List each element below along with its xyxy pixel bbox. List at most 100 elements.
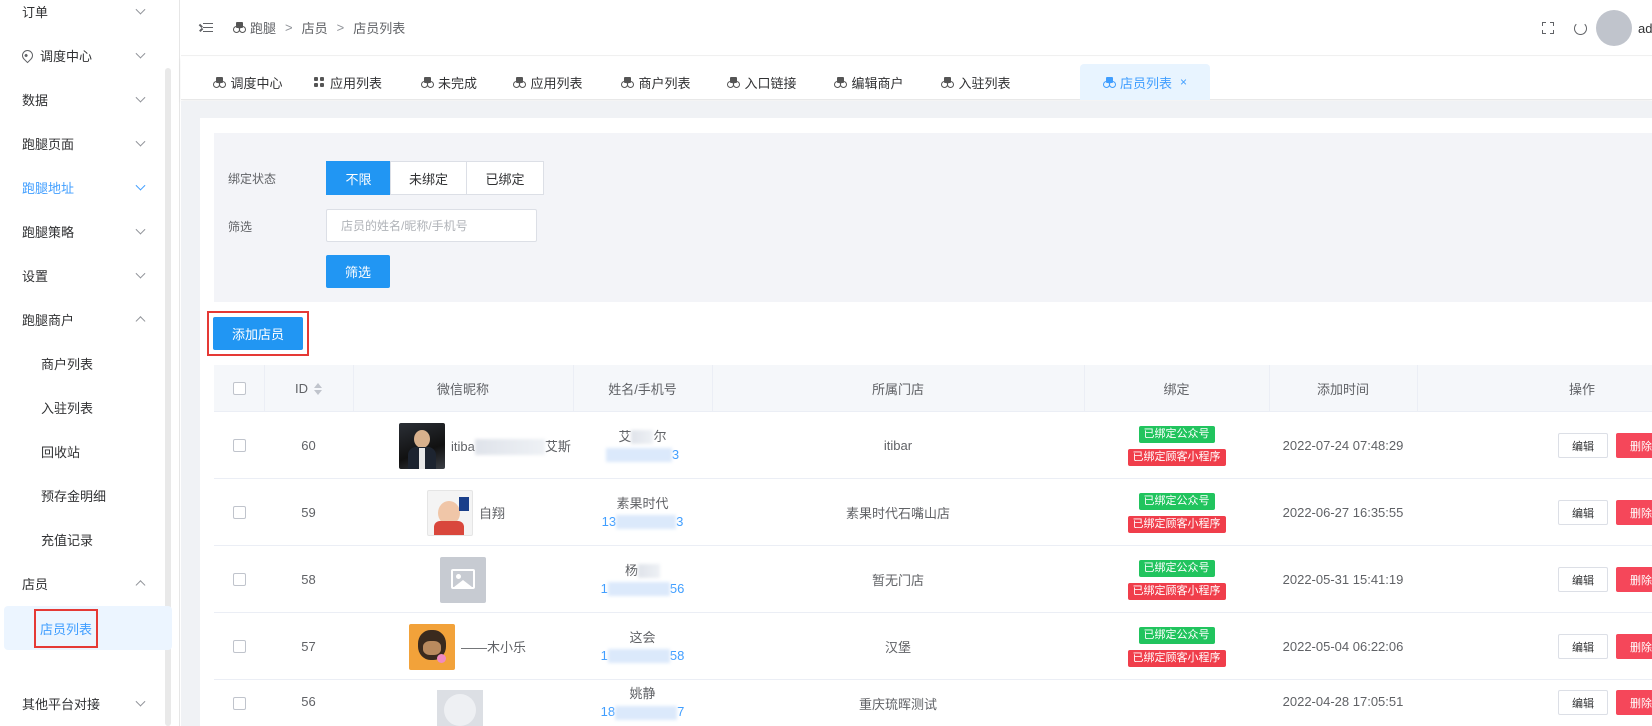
add-clerk-button[interactable]: 添加店员 bbox=[213, 317, 303, 350]
phone-link[interactable]: 3 bbox=[605, 446, 679, 464]
tab-app-list-2[interactable]: 应用列表 bbox=[503, 64, 593, 100]
avatar bbox=[427, 489, 473, 536]
row-checkbox[interactable] bbox=[232, 573, 246, 586]
sidebar-item-recharge-records[interactable]: 充值记录 bbox=[0, 516, 172, 562]
bind-option-all[interactable]: 不限 bbox=[326, 161, 391, 195]
breadcrumb-item[interactable]: 店员 bbox=[302, 18, 328, 37]
sidebar-item-errand-address[interactable]: 跑腿地址 bbox=[0, 164, 172, 210]
tab-incomplete[interactable]: 未完成 bbox=[409, 64, 489, 100]
select-all-checkbox[interactable] bbox=[232, 382, 246, 395]
sidebar: 订单 调度中心 数据 跑腿页面 跑腿地址 跑腿策略 设置 跑腿商户 商户列表 入… bbox=[0, 0, 180, 726]
time-cell: 2022-07-24 07:48:29 bbox=[1282, 438, 1404, 453]
tab-merchant-list[interactable]: 商户列表 bbox=[611, 64, 701, 100]
name-phone-cell: 姚静 18 7 bbox=[573, 680, 712, 726]
location-pin-icon bbox=[19, 47, 36, 63]
edit-button[interactable]: 编辑 bbox=[1558, 690, 1608, 715]
edit-button[interactable]: 编辑 bbox=[1558, 500, 1608, 525]
nick-cell bbox=[353, 546, 573, 613]
sidebar-item-data[interactable]: 数据 bbox=[0, 76, 172, 122]
tab-clerk-list[interactable]: 店员列表 × bbox=[1080, 64, 1210, 100]
row-checkbox[interactable] bbox=[232, 439, 246, 452]
phone-link[interactable]: 1 56 bbox=[601, 580, 685, 598]
chevron-down-icon bbox=[135, 268, 146, 279]
col-id[interactable]: ID bbox=[264, 365, 353, 412]
sidebar-item-errand-strategy[interactable]: 跑腿策略 bbox=[0, 208, 172, 254]
chevron-down-icon bbox=[135, 92, 146, 103]
delete-button[interactable]: 删除 bbox=[1616, 567, 1652, 592]
avatar[interactable] bbox=[1596, 10, 1632, 46]
sidebar-item-clerks[interactable]: 店员 bbox=[0, 560, 172, 606]
search-label: 筛选 bbox=[228, 220, 253, 234]
table-row: 56 姚静 18 7 重庆琉晖测试 2022-04-28 17:05:51 编辑 … bbox=[214, 680, 1652, 726]
name-suffix: 尔 bbox=[653, 428, 667, 444]
sidebar-item-recycle-bin[interactable]: 回收站 bbox=[0, 428, 172, 474]
chevron-down-icon bbox=[135, 48, 146, 59]
id-cell: 56 bbox=[301, 694, 316, 709]
sidebar-item-deposit-details[interactable]: 预存金明细 bbox=[0, 472, 172, 518]
sidebar-item-label: 跑腿商户 bbox=[22, 312, 75, 328]
sidebar-item-label: 其他平台对接 bbox=[22, 696, 101, 712]
sidebar-item-errand-pages[interactable]: 跑腿页面 bbox=[0, 120, 172, 166]
row-checkbox[interactable] bbox=[232, 506, 246, 519]
phone-link[interactable]: 18 7 bbox=[601, 703, 684, 721]
row-checkbox[interactable] bbox=[232, 640, 246, 653]
actions-cell: 编辑 删除 bbox=[1417, 479, 1652, 546]
bind-option-bound[interactable]: 已绑定 bbox=[466, 161, 544, 195]
sidebar-item-settings[interactable]: 设置 bbox=[0, 252, 172, 298]
store-cell: 素果时代石嘴山店 bbox=[845, 506, 950, 521]
sidebar-item-orders[interactable]: 订单 bbox=[0, 0, 172, 34]
search-input[interactable] bbox=[326, 209, 537, 242]
breadcrumb-separator: > bbox=[336, 20, 345, 35]
sidebar-item-clerk-list[interactable]: 店员列表 bbox=[4, 606, 172, 650]
delete-button[interactable]: 删除 bbox=[1616, 500, 1652, 525]
delete-button[interactable]: 删除 bbox=[1616, 433, 1652, 458]
nick-cell: 自翔 bbox=[353, 479, 573, 546]
nick-prefix: itiba bbox=[451, 438, 475, 454]
col-wechat-nick: 微信昵称 bbox=[353, 365, 573, 412]
phone-link[interactable]: 13 3 bbox=[602, 513, 683, 531]
default-avatar-icon bbox=[437, 690, 483, 726]
sidebar-item-merchant-list[interactable]: 商户列表 bbox=[0, 340, 172, 386]
actions-cell: 编辑 删除 bbox=[1417, 546, 1652, 613]
tab-entry-links[interactable]: 入口链接 bbox=[717, 64, 807, 100]
chevron-down-icon bbox=[135, 4, 146, 15]
breadcrumb: 跑腿 > 店员 > 店员列表 bbox=[233, 18, 405, 37]
phone-suffix: 58 bbox=[669, 647, 685, 663]
delete-button[interactable]: 删除 bbox=[1616, 634, 1652, 659]
refresh-icon[interactable] bbox=[1574, 21, 1587, 35]
tab-label: 应用列表 bbox=[329, 75, 382, 91]
tab-settle-list[interactable]: 入驻列表 bbox=[931, 64, 1021, 100]
edit-button[interactable]: 编辑 bbox=[1558, 433, 1608, 458]
menu-fold-icon[interactable] bbox=[199, 22, 213, 34]
sidebar-item-settle-list[interactable]: 入驻列表 bbox=[0, 384, 172, 430]
sort-icon[interactable] bbox=[314, 382, 322, 395]
sidebar-item-label: 店员列表 bbox=[34, 608, 99, 648]
bind-option-unbound[interactable]: 未绑定 bbox=[390, 161, 467, 195]
user-name[interactable]: admin bbox=[1638, 21, 1652, 36]
phone-suffix: 56 bbox=[669, 580, 685, 596]
column-label: 绑定 bbox=[1163, 382, 1190, 397]
filter-button[interactable]: 筛选 bbox=[326, 255, 390, 288]
name-phone-cell: 杨 1 56 bbox=[573, 546, 712, 613]
close-icon[interactable]: × bbox=[1180, 75, 1187, 89]
bind-status-label: 绑定状态 bbox=[228, 172, 277, 186]
table-row: 60 itiba 艾斯 艾 尔 3 itibar 已绑定公众号 已绑定顾客小程序 20… bbox=[214, 412, 1652, 479]
sidebar-item-errand-merchants[interactable]: 跑腿商户 bbox=[0, 296, 172, 342]
chevron-down-icon bbox=[135, 224, 146, 235]
tab-edit-merchant[interactable]: 编辑商户 bbox=[824, 64, 914, 100]
col-binding: 绑定 bbox=[1084, 365, 1269, 412]
sidebar-item-dispatch[interactable]: 调度中心 bbox=[0, 32, 172, 78]
column-label: 微信昵称 bbox=[436, 382, 489, 397]
tab-dispatch[interactable]: 调度中心 bbox=[203, 64, 293, 100]
row-checkbox[interactable] bbox=[232, 697, 246, 710]
phone-link[interactable]: 1 58 bbox=[601, 647, 685, 665]
breadcrumb-separator: > bbox=[285, 20, 293, 35]
edit-button[interactable]: 编辑 bbox=[1558, 567, 1608, 592]
breadcrumb-item[interactable]: 跑腿 bbox=[250, 18, 276, 37]
delete-button[interactable]: 删除 bbox=[1616, 690, 1652, 715]
fullscreen-icon[interactable] bbox=[1542, 22, 1554, 34]
motorbike-icon bbox=[1102, 76, 1116, 88]
sidebar-item-other-platforms[interactable]: 其他平台对接 bbox=[0, 680, 172, 726]
edit-button[interactable]: 编辑 bbox=[1558, 634, 1608, 659]
tab-app-list[interactable]: 应用列表 bbox=[303, 64, 393, 100]
